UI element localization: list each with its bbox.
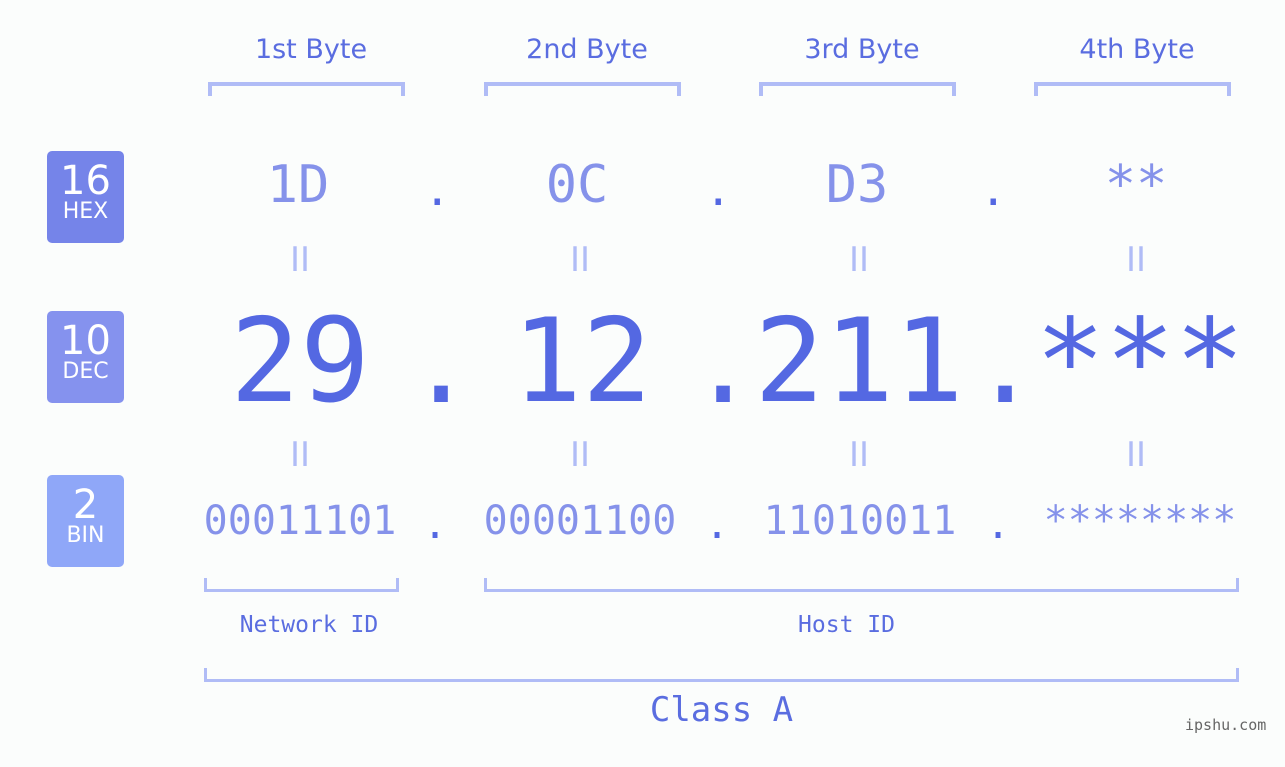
network-bracket	[204, 578, 399, 592]
equals-sign: II	[289, 435, 311, 475]
equals-sign: II	[1125, 240, 1147, 280]
bin-badge-label: BIN	[66, 523, 105, 548]
hex-badge-number: 16	[60, 158, 111, 204]
hex-byte-1: 1D	[266, 155, 330, 215]
hex-badge-label: HEX	[62, 199, 109, 224]
equals-sign: II	[289, 240, 311, 280]
equals-sign: II	[848, 435, 870, 475]
hex-byte-4: **	[1104, 155, 1168, 215]
dec-badge-number: 10	[60, 318, 111, 364]
network-id-label: Network ID	[239, 612, 379, 638]
hex-byte-2: 0C	[545, 155, 609, 215]
byte-bracket-4	[1034, 82, 1231, 96]
hex-byte-3: D3	[825, 155, 889, 215]
hex-separator: .	[424, 165, 451, 216]
host-id-label: Host ID	[798, 612, 895, 638]
hex-separator: .	[705, 165, 732, 216]
bin-byte-1: 00011101	[203, 498, 397, 544]
bin-byte-4: ********	[1043, 498, 1237, 544]
dec-badge: 10 DEC	[47, 311, 124, 403]
equals-sign: II	[848, 240, 870, 280]
bin-separator: .	[986, 502, 1011, 548]
class-bracket	[204, 668, 1239, 682]
hex-separator: .	[980, 165, 1007, 216]
byte-header-3: 3rd Byte	[804, 34, 920, 65]
dec-separator: .	[408, 300, 475, 428]
hex-badge: 16 HEX	[47, 151, 124, 243]
dec-byte-1: 29	[230, 294, 370, 429]
byte-header-4: 4th Byte	[1079, 34, 1195, 65]
byte-bracket-3	[759, 82, 956, 96]
host-bracket	[484, 578, 1239, 592]
bin-separator: .	[423, 502, 448, 548]
dec-separator: .	[690, 300, 757, 428]
byte-bracket-1	[208, 82, 405, 96]
dec-badge-label: DEC	[62, 359, 109, 384]
bin-badge: 2 BIN	[47, 475, 124, 567]
byte-header-1: 1st Byte	[254, 34, 368, 65]
watermark: ipshu.com	[1185, 716, 1267, 734]
equals-sign: II	[569, 240, 591, 280]
bin-byte-2: 00001100	[483, 498, 677, 544]
byte-bracket-2	[484, 82, 681, 96]
bin-separator: .	[705, 502, 730, 548]
dec-byte-4: ***	[1035, 294, 1245, 429]
dec-separator: .	[972, 300, 1039, 428]
dec-byte-3: 211	[754, 294, 964, 429]
bin-badge-number: 2	[72, 482, 99, 528]
equals-sign: II	[1125, 435, 1147, 475]
byte-header-2: 2nd Byte	[526, 34, 648, 65]
equals-sign: II	[569, 435, 591, 475]
class-label: Class A	[649, 690, 794, 730]
bin-byte-3: 11010011	[763, 498, 957, 544]
dec-byte-2: 12	[512, 294, 652, 429]
